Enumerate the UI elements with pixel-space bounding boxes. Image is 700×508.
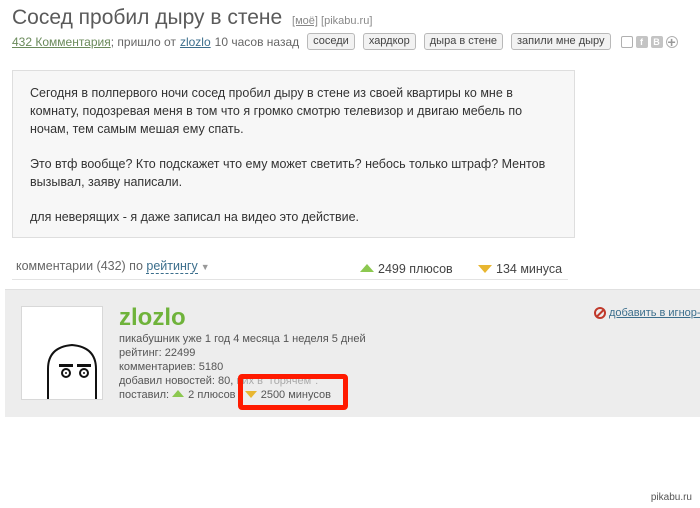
chevron-down-icon[interactable]: ▼ bbox=[201, 262, 210, 272]
profile-posts-count: добавил новостей: 80, bbox=[119, 375, 234, 387]
story-body: Сегодня в полпервого ночи сосед пробил д… bbox=[12, 70, 575, 238]
mine-link[interactable]: [моё] bbox=[292, 15, 318, 27]
add-plus-icon[interactable]: + bbox=[665, 35, 678, 49]
ban-icon bbox=[594, 307, 606, 319]
profile-rating: рейтинг: 22499 bbox=[119, 347, 196, 359]
profile-comments: комментариев: 5180 bbox=[119, 361, 224, 373]
posted-prefix: ; пришло от bbox=[110, 34, 176, 49]
tag-hardcore[interactable]: хардкор bbox=[362, 33, 416, 50]
post-minuses: 134 минуса bbox=[478, 262, 562, 276]
profile-username[interactable]: zlozlo bbox=[119, 304, 186, 332]
ignore-link-label: добавить в игнор-ли bbox=[609, 307, 700, 319]
profile-tenure: пикабушник уже 1 год 4 месяца 1 неделя 5… bbox=[119, 333, 366, 345]
upvote-icon[interactable] bbox=[360, 264, 374, 272]
facebook-icon[interactable]: f bbox=[635, 35, 648, 48]
comments-label: комментарии (432) по bbox=[16, 259, 143, 273]
tag-hole-in-wall[interactable]: дыра в стене bbox=[423, 33, 504, 50]
avatar[interactable] bbox=[21, 306, 103, 400]
post-meta: 432 Комментария ; пришло от zlozlo 10 ча… bbox=[12, 33, 678, 50]
watermark: pikabu.ru bbox=[650, 492, 692, 503]
save-icon[interactable] bbox=[620, 35, 633, 48]
story-paragraph: Это втф вообще? Кто подскажет что ему мо… bbox=[30, 157, 546, 189]
story-paragraph: для неверящих - я даже записал на видео … bbox=[30, 210, 360, 224]
time-ago: 10 часов назад bbox=[214, 34, 300, 49]
pluses-count: 2499 плюсов bbox=[378, 262, 453, 276]
ghost-avatar-icon bbox=[47, 343, 97, 399]
author-link[interactable]: zlozlo bbox=[180, 35, 211, 49]
tag-make-me-hole[interactable]: запили мне дыру bbox=[511, 33, 611, 50]
downvote-icon[interactable] bbox=[478, 265, 492, 273]
comments-bar: комментарии (432) по рейтингу ▼ 2499 плюс… bbox=[12, 254, 568, 280]
post-title-row: Сосед пробил дыру в стене [моё] [pikabu.… bbox=[12, 6, 372, 30]
add-to-ignore-link[interactable]: добавить в игнор-ли bbox=[594, 307, 700, 319]
upvote-icon bbox=[172, 390, 185, 397]
post-title[interactable]: Сосед пробил дыру в стене bbox=[12, 6, 282, 29]
story-paragraph: Сегодня в полпервого ночи сосед пробил д… bbox=[30, 86, 523, 136]
source-label: [pikabu.ru] bbox=[321, 15, 373, 27]
tag-neighbors[interactable]: соседи bbox=[307, 33, 355, 50]
votes-given-label: поставил: bbox=[119, 389, 170, 401]
minuses-count: 134 минуса bbox=[496, 262, 563, 276]
post-pluses: 2499 плюсов bbox=[360, 262, 453, 276]
given-pluses: 2 плюсов bbox=[188, 389, 236, 401]
comments-count-link[interactable]: 432 Комментария bbox=[12, 35, 111, 49]
share-icons: f B + bbox=[620, 35, 678, 49]
user-profile-card: zlozlo пикабушник уже 1 год 4 месяца 1 н… bbox=[5, 289, 700, 417]
vkontakte-icon[interactable]: B bbox=[650, 35, 663, 48]
highlight-annotation bbox=[238, 374, 348, 410]
sort-by-rating-link[interactable]: рейтингу bbox=[146, 259, 198, 274]
